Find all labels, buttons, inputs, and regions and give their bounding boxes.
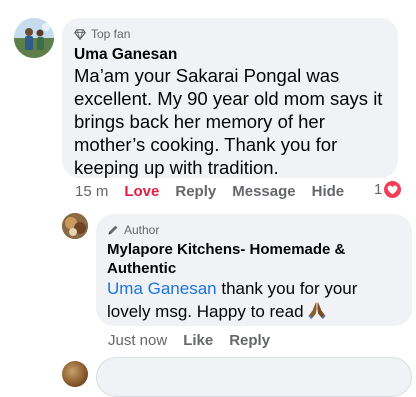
folded-hands-icon [307, 302, 326, 319]
author-badge-label: Author [124, 223, 160, 237]
hide-button[interactable]: Hide [312, 183, 345, 200]
mention-link[interactable]: Uma Ganesan [107, 279, 217, 298]
commenter-avatar[interactable] [14, 18, 54, 58]
reply-bubble: Author Mylapore Kitchens- Homemade & Aut… [96, 214, 412, 326]
current-user-avatar[interactable] [62, 361, 88, 387]
reaction-summary[interactable]: 1 [374, 181, 402, 198]
heart-icon [384, 181, 402, 198]
top-fan-label: Top fan [91, 27, 131, 41]
reply-timestamp[interactable]: Just now [108, 332, 167, 349]
reply-actions: Just now Like Reply [108, 330, 270, 350]
author-avatar[interactable] [62, 213, 88, 239]
love-button[interactable]: Love [124, 183, 159, 200]
avatar-photo [62, 213, 88, 239]
author-badge[interactable]: Author [107, 223, 400, 237]
comment-author-name[interactable]: Uma Ganesan [74, 45, 384, 64]
reply-composer[interactable] [96, 357, 412, 397]
comment-text: Ma’am your Sakarai Pongal was excellent.… [74, 65, 383, 178]
top-fan-badge[interactable]: Top fan [74, 27, 384, 41]
reply-text: Uma Ganesan thank you for your lovely ms… [107, 278, 400, 326]
reply-author-name[interactable]: Mylapore Kitchens- Homemade & Authentic [107, 240, 400, 278]
reaction-count: 1 [374, 181, 383, 198]
avatar-photo [14, 18, 54, 58]
like-button[interactable]: Like [183, 332, 213, 349]
message-button[interactable]: Message [232, 183, 295, 200]
comment-bubble: Top fan Uma Ganesan Ma’am your Sakarai P… [62, 18, 398, 178]
heart-glyph [387, 185, 398, 194]
diamond-icon [74, 28, 86, 40]
folded-hands-emoji [307, 300, 327, 326]
pencil-icon [108, 225, 118, 235]
comment-actions: 15 m Love Reply Message Hide [75, 181, 344, 201]
reply-button[interactable]: Reply [229, 332, 270, 349]
reply-button[interactable]: Reply [175, 183, 216, 200]
comment-timestamp[interactable]: 15 m [75, 183, 108, 200]
